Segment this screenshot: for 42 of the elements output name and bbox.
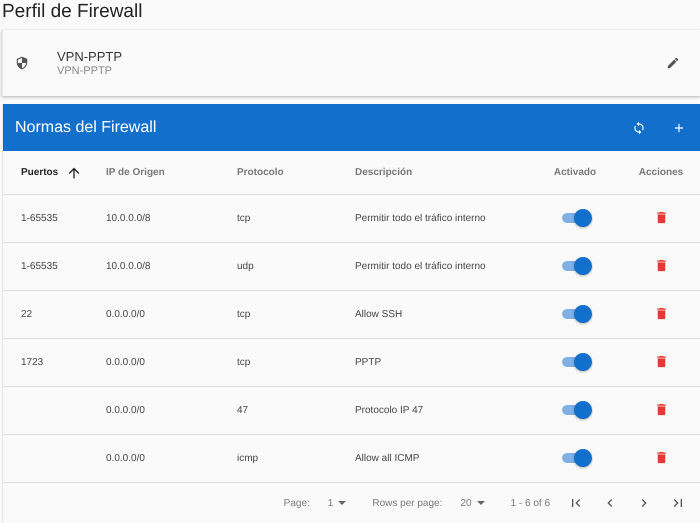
edit-icon[interactable]: [666, 56, 680, 70]
page-title: Perfil de Firewall: [1, 0, 144, 24]
table-cell: 0.0.0.0/0: [106, 453, 145, 464]
table-cell: 47: [237, 405, 248, 416]
rows-per-page-label: Rows per page:: [372, 498, 442, 508]
table-cell: tcp: [237, 213, 250, 224]
profile-subtitle: VPN-PPTP: [57, 65, 114, 77]
table-cell: 0.0.0.0/0: [106, 357, 145, 368]
column-header[interactable]: Acciones: [638, 167, 684, 178]
table-cell: 0.0.0.0/0: [106, 405, 145, 416]
table-cell: 10.0.0.0/8: [106, 213, 150, 224]
table-cell: Allow SSH: [355, 309, 402, 320]
table-cell: 10.0.0.0/8: [106, 261, 150, 272]
table-cell: tcp: [237, 357, 250, 368]
page-range: 1 - 6 of 6: [510, 498, 550, 508]
profile-name: VPN-PPTP: [57, 49, 124, 64]
table-cell: 1-65535: [21, 213, 58, 224]
table-cell: tcp: [237, 309, 250, 320]
column-header[interactable]: Activado: [554, 167, 596, 178]
table-cell: udp: [237, 261, 254, 272]
shield-icon: [15, 56, 29, 70]
table-cell: 0.0.0.0/0: [106, 309, 145, 320]
refresh-icon[interactable]: [632, 120, 646, 134]
toolbar-title: Normas del Firewall: [15, 118, 158, 136]
caret-icon[interactable]: [338, 501, 346, 505]
table-cell: Permitir todo el tráfico interno: [355, 213, 486, 224]
table-cell: 1-65535: [21, 261, 58, 272]
column-header[interactable]: Descripción: [355, 167, 412, 178]
page-label: Page:: [284, 498, 310, 508]
column-header[interactable]: IP de Origen: [106, 167, 165, 178]
table-cell: Allow all ICMP: [355, 453, 420, 464]
table-cell: PPTP: [355, 357, 382, 368]
table-cell: Permitir todo el tráfico interno: [355, 261, 486, 272]
page-select[interactable]: 1: [328, 498, 346, 508]
column-header[interactable]: Protocolo: [237, 167, 284, 178]
column-header[interactable]: Puertos: [21, 167, 58, 178]
table-cell: 22: [21, 309, 32, 320]
table-cell: icmp: [237, 453, 258, 464]
caret-icon[interactable]: [476, 501, 485, 505]
rows-per-page-select[interactable]: 20: [460, 498, 485, 508]
table-cell: 1723: [21, 357, 44, 368]
table-cell: Protocolo IP 47: [355, 405, 424, 416]
